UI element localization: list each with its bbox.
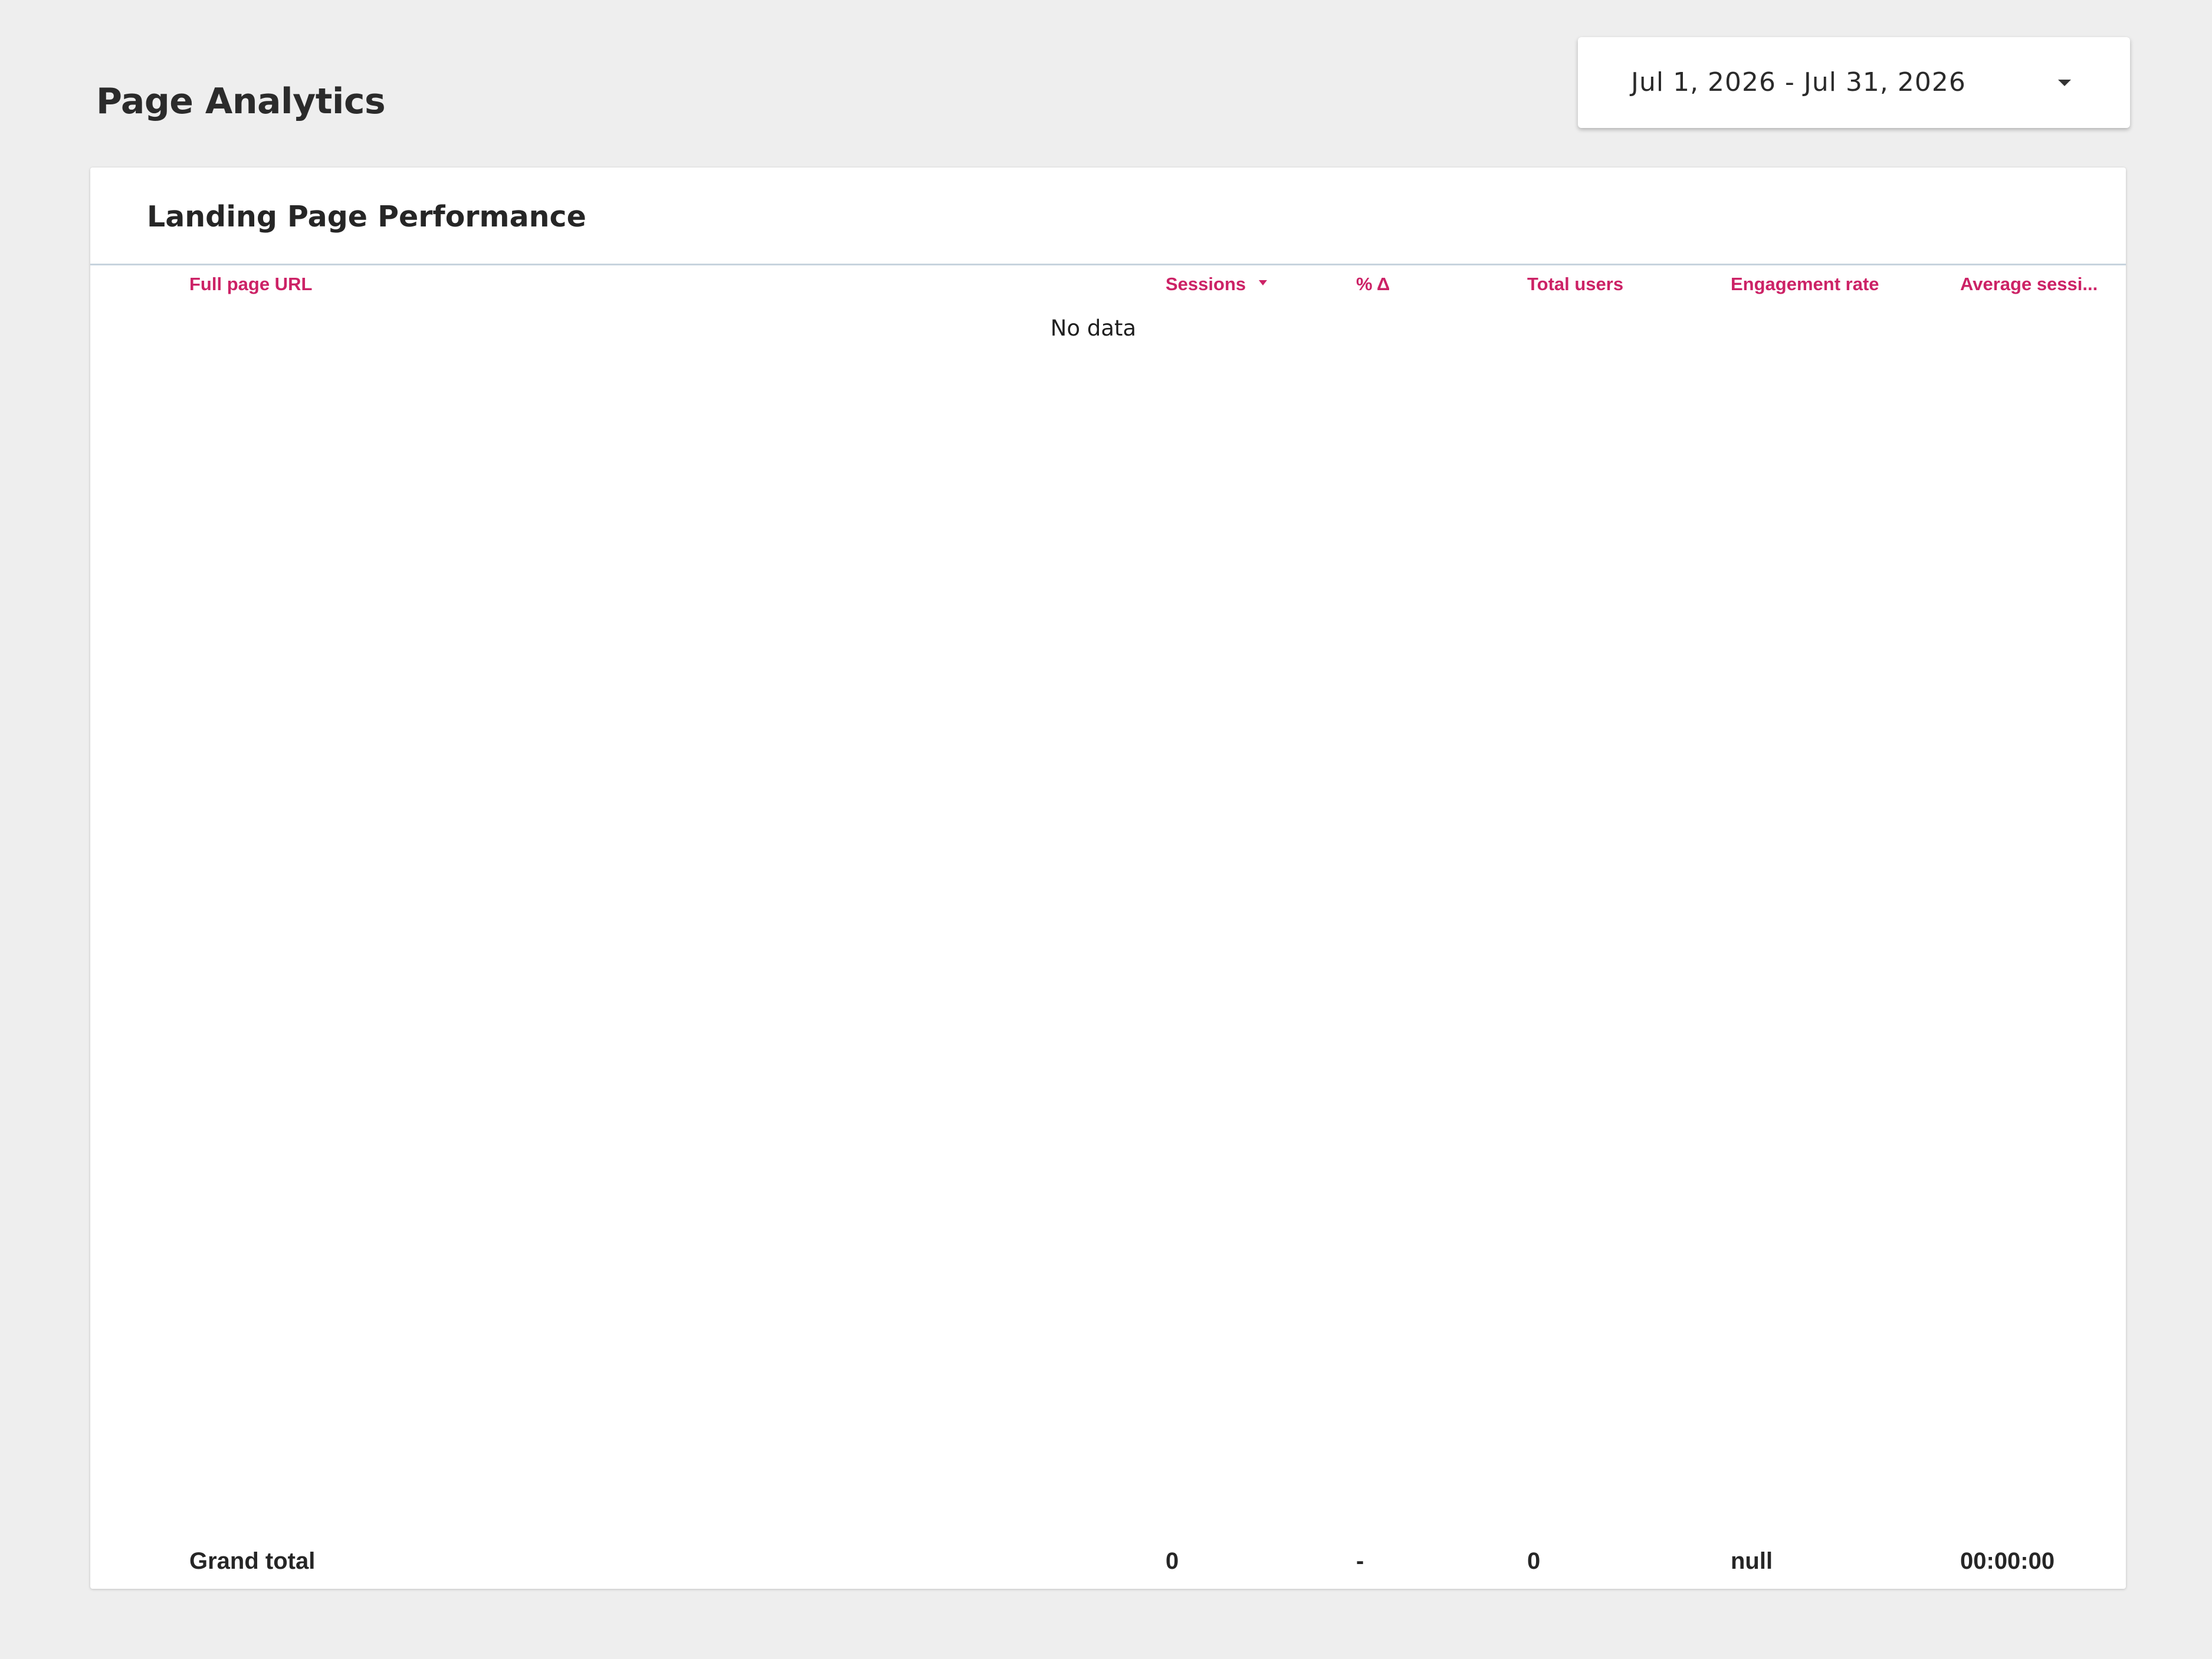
grand-total-sessions: 0 <box>1166 1548 1179 1574</box>
header-divider <box>90 264 2126 265</box>
column-header-percent-change[interactable]: % Δ <box>1356 272 1390 296</box>
grand-total-percent-change: - <box>1356 1548 1364 1574</box>
grand-total-average-session: 00:00:00 <box>1960 1548 2055 1574</box>
column-header-label: Average sessi... <box>1960 274 2098 294</box>
chevron-down-icon[interactable] <box>2058 80 2071 86</box>
column-header-label: Sessions <box>1166 274 1246 294</box>
page-title: Page Analytics <box>96 81 386 122</box>
column-header-label: Full page URL <box>189 274 313 294</box>
grand-total-total-users: 0 <box>1527 1548 1541 1574</box>
column-header-average-session[interactable]: Average sessi... <box>1960 272 2098 296</box>
column-header-sessions[interactable]: Sessions <box>1166 272 1268 296</box>
table-title: Landing Page Performance <box>147 200 586 234</box>
column-header-engagement-rate[interactable]: Engagement rate <box>1731 272 1879 296</box>
landing-page-table-panel: Landing Page Performance Full page URL S… <box>90 167 2126 1589</box>
column-header-label: Total users <box>1527 274 1624 294</box>
date-range-label: Jul 1, 2026 - Jul 31, 2026 <box>1631 67 1966 97</box>
column-header-total-users[interactable]: Total users <box>1527 272 1623 296</box>
empty-state-text: No data <box>1050 316 1137 341</box>
column-header-label: Engagement rate <box>1731 274 1879 294</box>
grand-total-label: Grand total <box>189 1548 316 1574</box>
empty-state-message: No data <box>90 314 2126 343</box>
column-header-full-page-url[interactable]: Full page URL <box>189 272 312 296</box>
grand-total-engagement-rate: null <box>1731 1548 1773 1574</box>
sort-descending-icon <box>1259 280 1268 286</box>
date-range-picker[interactable]: Jul 1, 2026 - Jul 31, 2026 <box>1578 37 2130 128</box>
column-header-label: % Δ <box>1356 274 1390 294</box>
